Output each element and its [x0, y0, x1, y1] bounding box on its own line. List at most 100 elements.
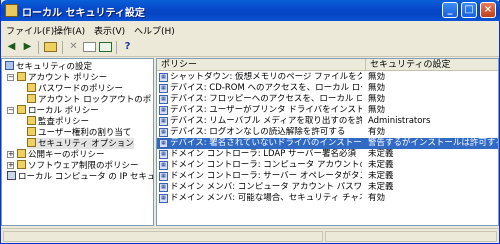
status-cell	[325, 231, 497, 242]
table-row[interactable]: ▦デバイス: 署名されていないドライバのインストール時の動作警告するがインストー…	[157, 138, 498, 149]
policy-name: デバイス: 署名されていないドライバのインストール時の動作	[170, 138, 362, 148]
policy-icon: ▦	[159, 183, 168, 192]
collapse-icon[interactable]: −	[7, 74, 14, 81]
policy-name: ドメイン コントローラ: サーバー オペレータがタスクのスケジュ...	[170, 171, 362, 181]
table-row[interactable]: ▦シャットダウン: 仮想メモリのページ ファイルをクリアする無効	[157, 72, 498, 83]
folder-icon	[27, 116, 36, 125]
policy-list: ポリシー セキュリティの設定 ▦ シャットダウン: 仮想メモリのページ ファイルを…	[156, 58, 499, 226]
toolbar-separator	[38, 41, 39, 54]
policy-name: ドメイン コントローラ: コンピュータ アカウントのパスワードの...	[170, 160, 362, 170]
folder-icon	[27, 138, 36, 147]
status-cell	[3, 231, 323, 242]
menu-action[interactable]: 操作(A)	[54, 24, 85, 37]
tree-item-security-settings[interactable]: セキュリティの設定	[5, 61, 92, 72]
policy-setting: 未定義	[368, 160, 394, 170]
tree-item-security-options[interactable]: セキュリティ オプション	[27, 138, 134, 149]
folder-icon	[27, 83, 36, 92]
table-row[interactable]: ▦ドメイン メンバ: 可能な場合、セキュリティ チャネルのデータ... 有効	[157, 193, 498, 204]
tree-item-local-policy[interactable]: ローカル ポリシー	[17, 105, 99, 116]
window: ローカル セキュリティ設定 _ □ × ファイル(F) 操作(A) 表示(V) …	[0, 0, 500, 244]
policy-icon: ▦	[159, 139, 168, 148]
minimize-button[interactable]: _	[442, 2, 458, 18]
policy-name: ドメイン メンバ: 可能な場合、セキュリティ チャネルのデータ...	[170, 193, 362, 203]
tree-item-audit-policy[interactable]: 監査ポリシー	[27, 116, 89, 127]
policy-setting: 無効	[368, 94, 386, 104]
policy-setting: 無効	[368, 105, 386, 115]
policy-name: デバイス: CD-ROM へのアクセスを、ローカル ログオン ユ...	[170, 83, 362, 93]
folder-icon	[17, 105, 26, 114]
forward-arrow-icon[interactable]: ▶	[21, 41, 34, 53]
up-folder-icon[interactable]	[44, 42, 57, 52]
policy-name: デバイス: リムーバブル メディアを取り出すのを許可する	[170, 116, 362, 126]
title-bar[interactable]: ローカル セキュリティ設定 _ □ ×	[1, 0, 500, 21]
table-row[interactable]: ▦ デバイス: ログオンなしの読込解除を許可する 有効	[157, 127, 498, 138]
collapse-icon[interactable]: −	[7, 107, 14, 114]
status-bar	[1, 228, 499, 243]
properties-icon[interactable]	[83, 42, 96, 52]
policy-icon: ▦	[159, 161, 168, 170]
folder-icon	[17, 149, 26, 158]
table-row[interactable]: ▦デバイス: フロッピーへのアクセスを、ローカル ログオン ユ... 無効	[157, 94, 498, 105]
policy-setting: 警告するがインストールは許可する	[368, 138, 498, 148]
table-row[interactable]: ▦ドメイン メンバ: コンピュータ アカウント パスワード: 定期的... 未定義	[157, 182, 498, 193]
menu-bar: ファイル(F) 操作(A) 表示(V) ヘルプ(H)	[1, 21, 499, 38]
policy-icon: ▦	[159, 106, 168, 115]
policy-name: シャットダウン: 仮想メモリのページ ファイルをクリアする	[170, 72, 362, 82]
window-title: ローカル セキュリティ設定	[22, 8, 145, 19]
tree-item-public-key-policy[interactable]: 公開キーのポリシー	[17, 149, 105, 160]
policy-icon: ▦	[159, 73, 168, 82]
tree-item-user-rights[interactable]: ユーザー権利の割り当て	[27, 127, 131, 138]
table-row[interactable]: ▦ドメイン コントローラ: サーバー オペレータがタスクのスケジュ... 未定義	[157, 171, 498, 182]
security-settings-icon	[5, 61, 14, 70]
help-icon[interactable]: ?	[121, 41, 134, 53]
close-button[interactable]: ×	[480, 2, 496, 18]
menu-view[interactable]: 表示(V)	[94, 24, 125, 37]
expand-icon[interactable]: +	[7, 162, 14, 169]
policy-icon: ▦	[159, 150, 168, 159]
folder-icon	[17, 72, 26, 81]
table-row[interactable]: ▦デバイス: ユーザーがプリンタ ドライバをインストールできない... 無効	[157, 105, 498, 116]
policy-name: ドメイン コントローラ: LDAP サーバー署名必須	[170, 149, 356, 159]
folder-icon	[27, 94, 36, 103]
folder-icon	[17, 160, 26, 169]
table-row[interactable]: ▦デバイス: リムーバブル メディアを取り出すのを許可する Administrat…	[157, 116, 498, 127]
policy-setting: 未定義	[368, 149, 394, 159]
policy-icon: ▦	[159, 117, 168, 126]
policy-setting: 無効	[368, 83, 386, 93]
tree-pane: セキュリティの設定 − アカウント ポリシー パスワードのポリシー アカウント …	[1, 58, 154, 226]
column-header-policy[interactable]: ポリシー	[157, 59, 366, 71]
policy-icon: ▦	[159, 194, 168, 203]
back-arrow-icon[interactable]: ◀	[5, 41, 18, 53]
menu-file[interactable]: ファイル(F)	[6, 24, 54, 37]
folder-icon	[27, 127, 36, 136]
policy-setting: 未定義	[368, 171, 394, 181]
tree-item-password-policy[interactable]: パスワードのポリシー	[27, 83, 123, 94]
computer-icon	[7, 171, 16, 180]
export-list-icon[interactable]	[99, 42, 112, 52]
delete-icon[interactable]: ✕	[67, 41, 80, 53]
policy-setting: Administrators	[368, 116, 431, 126]
table-row[interactable]: ▦ドメイン コントローラ: コンピュータ アカウントのパスワードの... 未定義	[157, 160, 498, 171]
maximize-button[interactable]: □	[461, 2, 477, 18]
policy-icon: ▦	[159, 128, 168, 137]
policy-icon: ▦	[159, 172, 168, 181]
policy-name: デバイス: フロッピーへのアクセスを、ローカル ログオン ユ...	[170, 94, 362, 104]
list-header: ポリシー セキュリティの設定	[157, 59, 498, 71]
policy-name: デバイス: ログオンなしの読込解除を許可する	[170, 127, 346, 137]
policy-setting: 有効	[368, 193, 386, 203]
tree-item-account-policy[interactable]: アカウント ポリシー	[17, 72, 107, 83]
tree-item-lockout-policy[interactable]: アカウント ロックアウトのポリシー	[27, 94, 153, 105]
expand-icon[interactable]: +	[7, 151, 14, 158]
policy-setting: 有効	[368, 127, 386, 137]
policy-icon: ▦	[159, 95, 168, 104]
tree-item-software-restriction[interactable]: ソフトウェア制限のポリシー	[17, 160, 139, 171]
policy-name: デバイス: ユーザーがプリンタ ドライバをインストールできない...	[170, 105, 362, 115]
policy-icon: ▦	[159, 84, 168, 93]
toolbar-separator	[62, 41, 63, 54]
menu-help[interactable]: ヘルプ(H)	[134, 24, 175, 37]
toolbar: ◀ ▶ ✕ ?	[1, 38, 499, 57]
table-row[interactable]: ▦デバイス: CD-ROM へのアクセスを、ローカル ログオン ユ... 無効	[157, 83, 498, 94]
tree-item-ip-security[interactable]: ローカル コンピュータ の IP セキュリティ	[7, 171, 153, 182]
table-row[interactable]: ▦ ドメイン コントローラ: LDAP サーバー署名必須 未定義	[157, 149, 498, 160]
column-header-setting[interactable]: セキュリティの設定	[366, 59, 498, 71]
